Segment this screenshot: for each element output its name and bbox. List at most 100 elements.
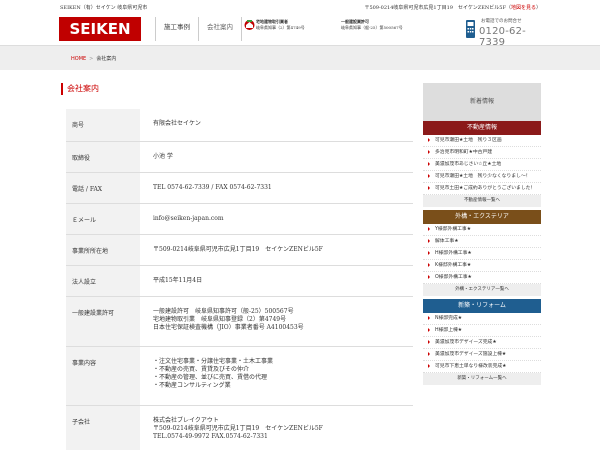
row-value-line: TEL.0574-49-9972 FAX.0574-62-7331 [153, 432, 268, 440]
list-item-text: 美濃加茂市あじさい☆丘★土地 [435, 162, 502, 167]
row-value-lines: 〒509-0214岐阜県可児市広見1丁目19 セイケンZENビル5F [153, 235, 413, 254]
bullet-arrow-icon [428, 263, 430, 267]
list-item-text: Y様邸外構工事★ [435, 227, 472, 232]
list-item-text: H様邸上棟★ [435, 328, 463, 333]
tel-note: お電話でのお問合せ [481, 19, 522, 24]
row-value-lines: info@seiken-japan.com [153, 204, 413, 223]
breadcrumb-current: 会社案内 [96, 56, 117, 62]
nav-works[interactable]: 施工事例 [155, 17, 198, 41]
bullet-arrow-icon [428, 138, 430, 142]
sidebar-more-link-renovation[interactable]: 新築・リフォーム一覧へ [423, 373, 541, 385]
sidebar-section-title-exterior: 外構・エクステリア [423, 210, 541, 224]
main-nav: 施工事例 会社案内 [155, 17, 242, 41]
row-label: 法人設立 [66, 265, 140, 297]
bullet-arrow-icon [428, 328, 430, 332]
row-value-line: 〒509-0214岐阜県可児市広見1丁目19 セイケンZENビル5F [153, 424, 323, 432]
row-value-lines: 小池 学 [153, 142, 413, 161]
row-value: 株式会社ブレイクアウト 〒509-0214岐阜県可児市広見1丁目19 セイケンZE… [140, 405, 413, 450]
list-item-text: 美濃加茂市デザイーズ完成★ [435, 340, 497, 345]
row-label-text: 子会社 [72, 418, 91, 426]
tel-box[interactable]: お電話でのお問合せ 0120-62-7339 [465, 17, 543, 48]
list-item-text: K様邸外構工事★ [435, 263, 472, 268]
license-takken: 宅地建物取引業者 岐阜県知事（2）第4749号 [256, 19, 305, 30]
company-info-table: 商号 有限会社セイケン取締役 小池 学電話 / FAX TEL 0574-62-733… [66, 109, 413, 450]
table-row: 商号 有限会社セイケン [66, 109, 413, 142]
row-value-line: 宅地建物取引業 岐阜県知事登録（2）第4749号 [153, 315, 287, 323]
row-value-line: 株式会社ブレイクアウト [153, 416, 219, 424]
breadcrumb-bar: HOME > 会社案内 [0, 45, 600, 70]
sidebar: 新着情報 不動産情報 可児市瀬田★土地 残り３区画 多治見市明和町★中古戸建 美濃加茂… [423, 83, 541, 388]
table-row: 取締役 小池 学 [66, 141, 413, 173]
bullet-arrow-icon [428, 227, 430, 231]
row-label: 商号 [66, 109, 140, 142]
table-row: 法人設立 平成15年11月4日 [66, 265, 413, 297]
list-item[interactable]: 可児市瀬田★土地 残り少なくなりまし～！ [423, 171, 541, 183]
bullet-arrow-icon [428, 364, 430, 368]
breadcrumb-home[interactable]: HOME [71, 56, 86, 62]
row-value-line: 一般建設許可 岐阜県知事許可（般-25）500567号 [153, 307, 294, 315]
sidebar-more-link-realestate[interactable]: 不動産情報一覧へ [423, 195, 541, 207]
row-label-text: 事業所所在地 [72, 247, 109, 255]
bullet-arrow-icon [428, 239, 430, 243]
license-construction: 一般建設業許可 岐阜県知事（般-25）第500567号 [341, 19, 403, 30]
row-label-text: 一般建設業許可 [72, 309, 115, 317]
list-item-text: O様邸外構工事★ [435, 275, 472, 280]
sidebar-news-header: 新着情報 [423, 83, 541, 121]
list-item[interactable]: 多治見市明和町★中古戸建 [423, 147, 541, 159]
row-value: 〒509-0214岐阜県可児市広見1丁目19 セイケンZENビル5F [140, 234, 413, 266]
list-item[interactable]: 美濃加茂市デザイーズ完成★ [423, 337, 541, 349]
row-label: 電話 / FAX [66, 172, 140, 204]
row-value-lines: 株式会社ブレイクアウト 〒509-0214岐阜県可児市広見1丁目19 セイケンZE… [153, 406, 413, 441]
row-value-lines: TEL 0574-62-7339 / FAX 0574-62-7331 [153, 173, 413, 192]
list-item[interactable]: 美濃加茂市デザイーズ施設上棟★ [423, 349, 541, 361]
list-item[interactable]: 美濃加茂市あじさい☆丘★土地 [423, 159, 541, 171]
row-label-text: 事業内容 [72, 359, 97, 367]
breadcrumb: HOME > 会社案内 [71, 55, 116, 62]
nav-company[interactable]: 会社案内 [198, 17, 242, 41]
row-label-text: 商号 [72, 122, 85, 129]
row-value-line[interactable]: info@seiken-japan.com [153, 215, 413, 223]
row-value: ・注文住宅事業・分譲住宅事業・土木工事業 ・不動産の売買、賃貸及びその仲介 ・不動産… [140, 346, 413, 406]
sidebar-section-title-renovation: 新築・リフォーム [423, 299, 541, 313]
list-item[interactable]: O様邸外構工事★ [423, 272, 541, 284]
bullet-arrow-icon [428, 162, 430, 166]
row-value-line: ・注文住宅事業・分譲住宅事業・土木工事業 [153, 357, 274, 365]
row-value-line: 小池 学 [153, 152, 173, 160]
table-row: 事業所所在地 〒509-0214岐阜県可児市広見1丁目19 セイケンZENビル5F [66, 234, 413, 266]
bullet-arrow-icon [428, 174, 430, 178]
row-label: 子会社 [66, 405, 140, 450]
list-item[interactable]: H様邸上棟★ [423, 325, 541, 337]
sidebar-list-realestate: 可児市瀬田★土地 残り３区画多治見市明和町★中古戸建美濃加茂市あじさい☆丘★土地… [423, 135, 541, 195]
sidebar-section-title-realestate: 不動産情報 [423, 121, 541, 135]
row-label: 事業所所在地 [66, 234, 140, 266]
bullet-arrow-icon [428, 352, 430, 356]
list-item[interactable]: H様邸外構工事★ [423, 248, 541, 260]
table-row: Ｅメール info@seiken-japan.com [66, 203, 413, 235]
row-label-text: 取締役 [72, 154, 91, 162]
sidebar-more-link-exterior[interactable]: 外構・エクステリア一覧へ [423, 284, 541, 296]
list-item[interactable]: 可児市下恵土単なり様改装完成★ [423, 361, 541, 373]
list-item-text: 可児市土田★ご成約ありがとうございました！ [435, 186, 536, 191]
row-value: 有限会社セイケン [140, 109, 413, 142]
list-item[interactable]: 解体工事★ [423, 236, 541, 248]
phone-icon [466, 20, 475, 38]
map-link[interactable]: 地図を見る [511, 5, 536, 11]
row-label-text: Ｅメール [72, 216, 97, 224]
list-item[interactable]: N様邸完成★ [423, 313, 541, 325]
list-item[interactable]: 可児市瀬田★土地 残り３区画 [423, 135, 541, 147]
row-value-line: 日本住宅保証検査機構（JIO）事業者番号 A4100453号 [153, 323, 304, 331]
row-value-lines: ・注文住宅事業・分譲住宅事業・土木工事業 ・不動産の売買、賃貸及びその仲介 ・不動産… [153, 347, 413, 390]
list-item-text: 多治見市明和町★中古戸建 [435, 150, 493, 155]
top-address: 〒509-0214岐阜県可児市広見1丁目19 セイケンZENビル5F（地図を見る… [364, 5, 541, 11]
row-value: 一般建設許可 岐阜県知事許可（般-25）500567号 宅地建物取引業 岐阜県知事… [140, 296, 413, 347]
list-item[interactable]: 可児市土田★ご成約ありがとうございました！ [423, 183, 541, 195]
sidebar-list-exterior: Y様邸外構工事★ 解体工事★ H様邸外構工事★ K様邸外構工事★ O様邸外構工事★ [423, 224, 541, 284]
breadcrumb-sep: > [89, 56, 94, 62]
seiken-logo[interactable]: SEIKEN [59, 17, 141, 41]
list-item[interactable]: Y様邸外構工事★ [423, 224, 541, 236]
list-item[interactable]: K様邸外構工事★ [423, 260, 541, 272]
takken-badge-icon [244, 20, 255, 30]
row-label-text: 法人設立 [72, 278, 97, 286]
row-value-lines: 一般建設許可 岐阜県知事許可（般-25）500567号 宅地建物取引業 岐阜県知事… [153, 297, 413, 332]
top-address-text: 〒509-0214岐阜県可児市広見1丁目19 セイケンZENビル5F [364, 5, 506, 11]
